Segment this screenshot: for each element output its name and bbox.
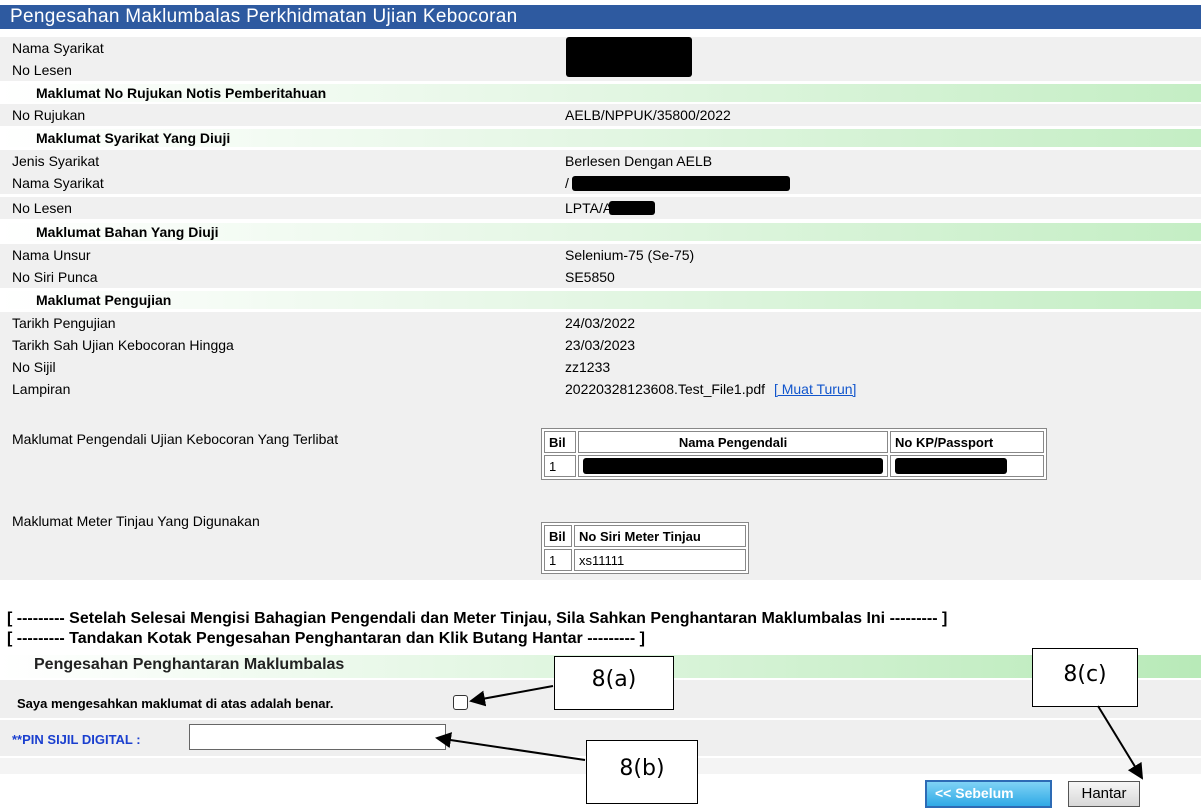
- callout-arrows: [435, 685, 1144, 780]
- arrow-8c: [1097, 705, 1144, 780]
- arrow-8b: [435, 732, 586, 761]
- arrow-8a: [469, 685, 554, 707]
